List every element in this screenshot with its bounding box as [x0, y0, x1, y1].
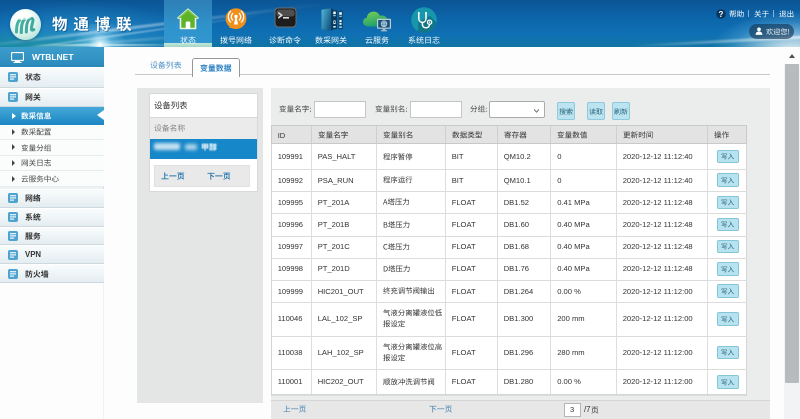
svg-text:?: ? — [719, 9, 724, 18]
